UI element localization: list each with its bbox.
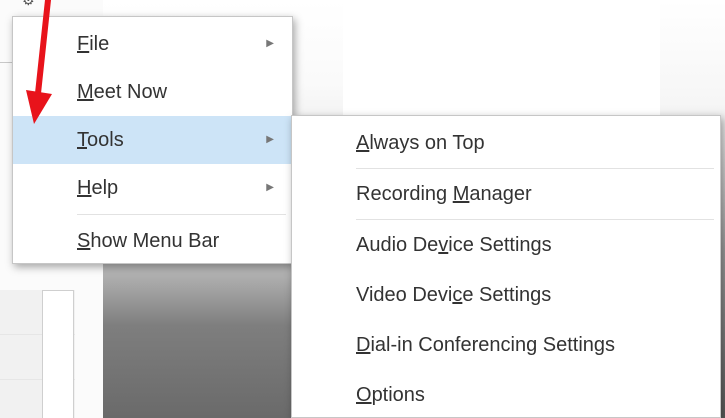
menu-item-label: Recording Manager bbox=[356, 183, 532, 205]
menu-item-audio-device-settings[interactable]: Audio Device Settings bbox=[292, 220, 720, 270]
gear-icon[interactable]: ⚙ bbox=[22, 0, 35, 9]
menu-item-show-menu-bar[interactable]: Show Menu Bar bbox=[13, 217, 292, 265]
menu-item-meet-now[interactable]: Meet Now bbox=[13, 68, 292, 116]
tools-submenu: Always on Top Recording Manager Audio De… bbox=[291, 115, 721, 418]
menu-item-tools[interactable]: Tools ▶ bbox=[13, 116, 292, 164]
submenu-arrow-icon: ▶ bbox=[266, 134, 274, 145]
menu-item-always-on-top[interactable]: Always on Top bbox=[292, 118, 720, 168]
menu-item-label: Video Device Settings bbox=[356, 284, 552, 306]
main-menu: File ▶ Meet Now Tools ▶ Help ▶ Show Menu… bbox=[12, 16, 293, 264]
menu-item-label: Show Menu Bar bbox=[77, 230, 220, 252]
menu-item-label: File bbox=[77, 33, 110, 55]
menu-item-label: Tools bbox=[77, 129, 124, 151]
menu-item-dial-in-conferencing-settings[interactable]: Dial-in Conferencing Settings bbox=[292, 320, 720, 370]
menu-item-label: Dial-in Conferencing Settings bbox=[356, 334, 616, 356]
menu-item-video-device-settings[interactable]: Video Device Settings bbox=[292, 270, 720, 320]
menu-item-label: Meet Now bbox=[77, 81, 168, 103]
submenu-arrow-icon: ▶ bbox=[266, 182, 274, 193]
menu-item-options[interactable]: Options bbox=[292, 370, 720, 418]
screen: ⚙ File ▶ Meet Now Tools ▶ Help ▶ Show Me… bbox=[0, 0, 725, 418]
menu-separator bbox=[77, 214, 286, 215]
menu-item-label: Help bbox=[77, 177, 119, 199]
menu-item-label: Always on Top bbox=[356, 132, 485, 154]
menu-item-help[interactable]: Help ▶ bbox=[13, 164, 292, 212]
menu-item-label: Options bbox=[356, 384, 425, 406]
menu-item-recording-manager[interactable]: Recording Manager bbox=[292, 169, 720, 219]
menu-item-file[interactable]: File ▶ bbox=[13, 20, 292, 68]
submenu-arrow-icon: ▶ bbox=[266, 38, 274, 49]
menu-item-label: Audio Device Settings bbox=[356, 234, 552, 256]
scrollbar[interactable] bbox=[42, 290, 74, 418]
